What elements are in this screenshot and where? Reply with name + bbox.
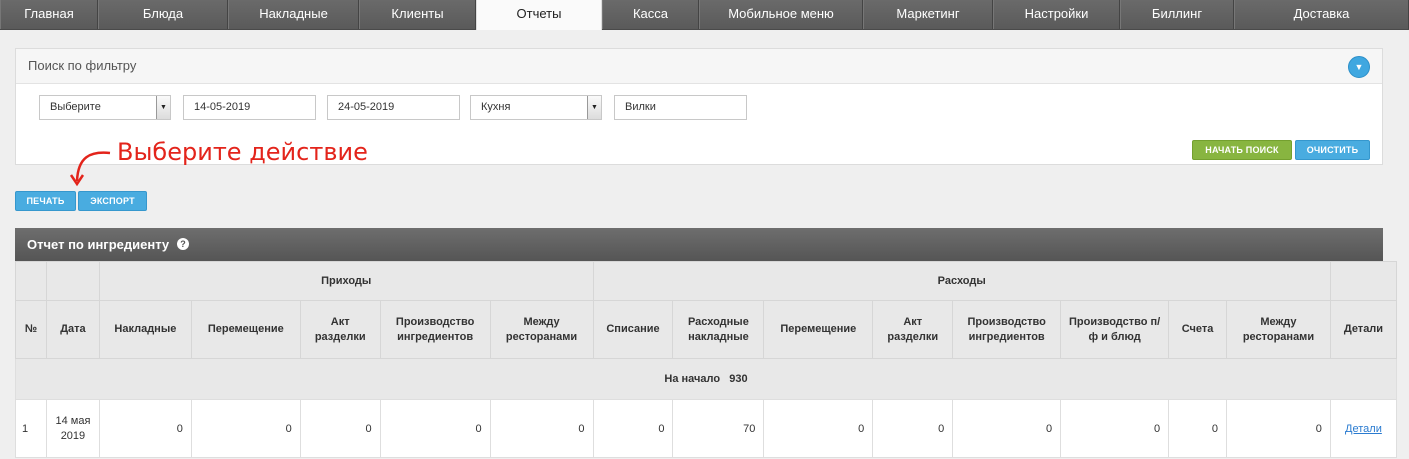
cell-exp-production: 0 — [952, 399, 1062, 458]
tab-mobile-menu[interactable]: Мобильное меню — [699, 0, 863, 29]
cell-exp-writeoff: 0 — [592, 399, 674, 458]
search-button[interactable]: НАЧАТЬ ПОИСК — [1192, 140, 1292, 160]
group-expense: Расходы — [592, 261, 1331, 301]
export-button[interactable]: ЭКСПОРТ — [78, 191, 147, 211]
col-exp-cut: Акт разделки — [872, 300, 954, 359]
col-exp-prod-dishes: Производство п/ф и блюд — [1060, 300, 1170, 359]
table-group-header: Приходы Расходы — [15, 261, 1398, 301]
action-select-value: Выберите — [50, 101, 101, 113]
tab-invoices[interactable]: Накладные — [228, 0, 359, 29]
details-cell: Детали — [1329, 399, 1398, 458]
clear-button[interactable]: ОЧИСТИТЬ — [1295, 140, 1370, 160]
tab-reports[interactable]: Отчеты — [476, 0, 602, 30]
col-inc-between: Между ресторанами — [489, 300, 594, 359]
tab-delivery[interactable]: Доставка — [1234, 0, 1409, 29]
ingredient-input[interactable]: Вилки — [614, 95, 747, 120]
table-column-header: № Дата Накладные Перемещение Акт разделк… — [15, 300, 1398, 359]
col-inc-transfer: Перемещение — [190, 300, 301, 359]
cell-exp-invoices: 70 — [672, 399, 765, 458]
date-to-input[interactable]: 24-05-2019 — [327, 95, 460, 120]
col-details: Детали — [1329, 300, 1398, 359]
col-exp-writeoff: Списание — [592, 300, 674, 359]
action-select[interactable]: Выберите ▼ — [39, 95, 171, 120]
tab-settings[interactable]: Настройки — [993, 0, 1120, 29]
dropdown-arrow-icon[interactable]: ▼ — [587, 96, 601, 119]
top-nav: Главная Блюда Накладные Клиенты Отчеты К… — [0, 0, 1409, 30]
cell-exp-transfer: 0 — [763, 399, 874, 458]
col-exp-bills: Счета — [1168, 300, 1227, 359]
cell-num: 1 — [15, 399, 47, 458]
cell-inc-transfer: 0 — [190, 399, 301, 458]
help-icon[interactable]: ? — [177, 238, 189, 250]
opening-value: 930 — [729, 373, 748, 385]
col-exp-invoices: Расходные накладные — [672, 300, 765, 359]
col-exp-transfer: Перемещение — [763, 300, 874, 359]
store-select-value: Кухня — [481, 101, 511, 113]
tab-billing[interactable]: Биллинг — [1120, 0, 1234, 29]
table-row: 1 14 мая 2019 0 0 0 0 0 0 70 0 0 0 0 0 0… — [15, 399, 1398, 458]
col-inc-invoices: Накладные — [98, 300, 192, 359]
cell-exp-between: 0 — [1226, 399, 1331, 458]
tab-marketing[interactable]: Маркетинг — [863, 0, 993, 29]
details-link[interactable]: Детали — [1345, 423, 1382, 435]
cell-inc-between: 0 — [489, 399, 594, 458]
col-exp-production: Производство ингредиентов — [952, 300, 1062, 359]
group-income: Приходы — [98, 261, 594, 301]
dropdown-arrow-icon[interactable]: ▼ — [156, 96, 170, 119]
filter-title: Поиск по фильтру — [28, 58, 137, 73]
report-table: Приходы Расходы № Дата Накладные Перемещ… — [15, 261, 1398, 458]
report-header: Отчет по ингредиенту ? — [15, 228, 1383, 261]
col-exp-between: Между ресторанами — [1226, 300, 1331, 359]
cell-date: 14 мая 2019 — [45, 399, 100, 458]
report-title: Отчет по ингредиенту — [27, 237, 170, 252]
col-date: Дата — [45, 300, 100, 359]
opening-balance: На начало 930 — [15, 358, 1397, 400]
group-empty — [45, 261, 100, 301]
col-inc-production: Производство ингредиентов — [379, 300, 491, 359]
group-empty — [15, 261, 47, 301]
chevron-down-icon[interactable]: ▼ — [1348, 56, 1370, 78]
print-button[interactable]: ПЕЧАТЬ — [15, 191, 76, 211]
cell-exp-cut: 0 — [872, 399, 954, 458]
annotation-text: Выберите действие — [117, 138, 368, 166]
store-select[interactable]: Кухня ▼ — [470, 95, 602, 120]
tab-cashbox[interactable]: Касса — [602, 0, 699, 29]
cell-inc-production: 0 — [379, 399, 491, 458]
col-inc-cut: Акт разделки — [299, 300, 381, 359]
tab-dishes[interactable]: Блюда — [98, 0, 228, 29]
cell-exp-bills: 0 — [1168, 399, 1227, 458]
opening-balance-row: На начало 930 — [15, 358, 1397, 400]
opening-label: На начало — [664, 373, 721, 385]
cell-inc-cut: 0 — [299, 399, 381, 458]
cell-inc-invoices: 0 — [98, 399, 192, 458]
col-num: № — [15, 300, 47, 359]
annotation-arrow-icon — [69, 151, 111, 187]
tab-clients[interactable]: Клиенты — [359, 0, 476, 29]
filter-header[interactable]: Поиск по фильтру ▼ — [16, 49, 1382, 84]
date-from-input[interactable]: 14-05-2019 — [183, 95, 316, 120]
cell-exp-prod-dishes: 0 — [1060, 399, 1170, 458]
tab-main[interactable]: Главная — [0, 0, 98, 29]
group-empty — [1329, 261, 1398, 301]
